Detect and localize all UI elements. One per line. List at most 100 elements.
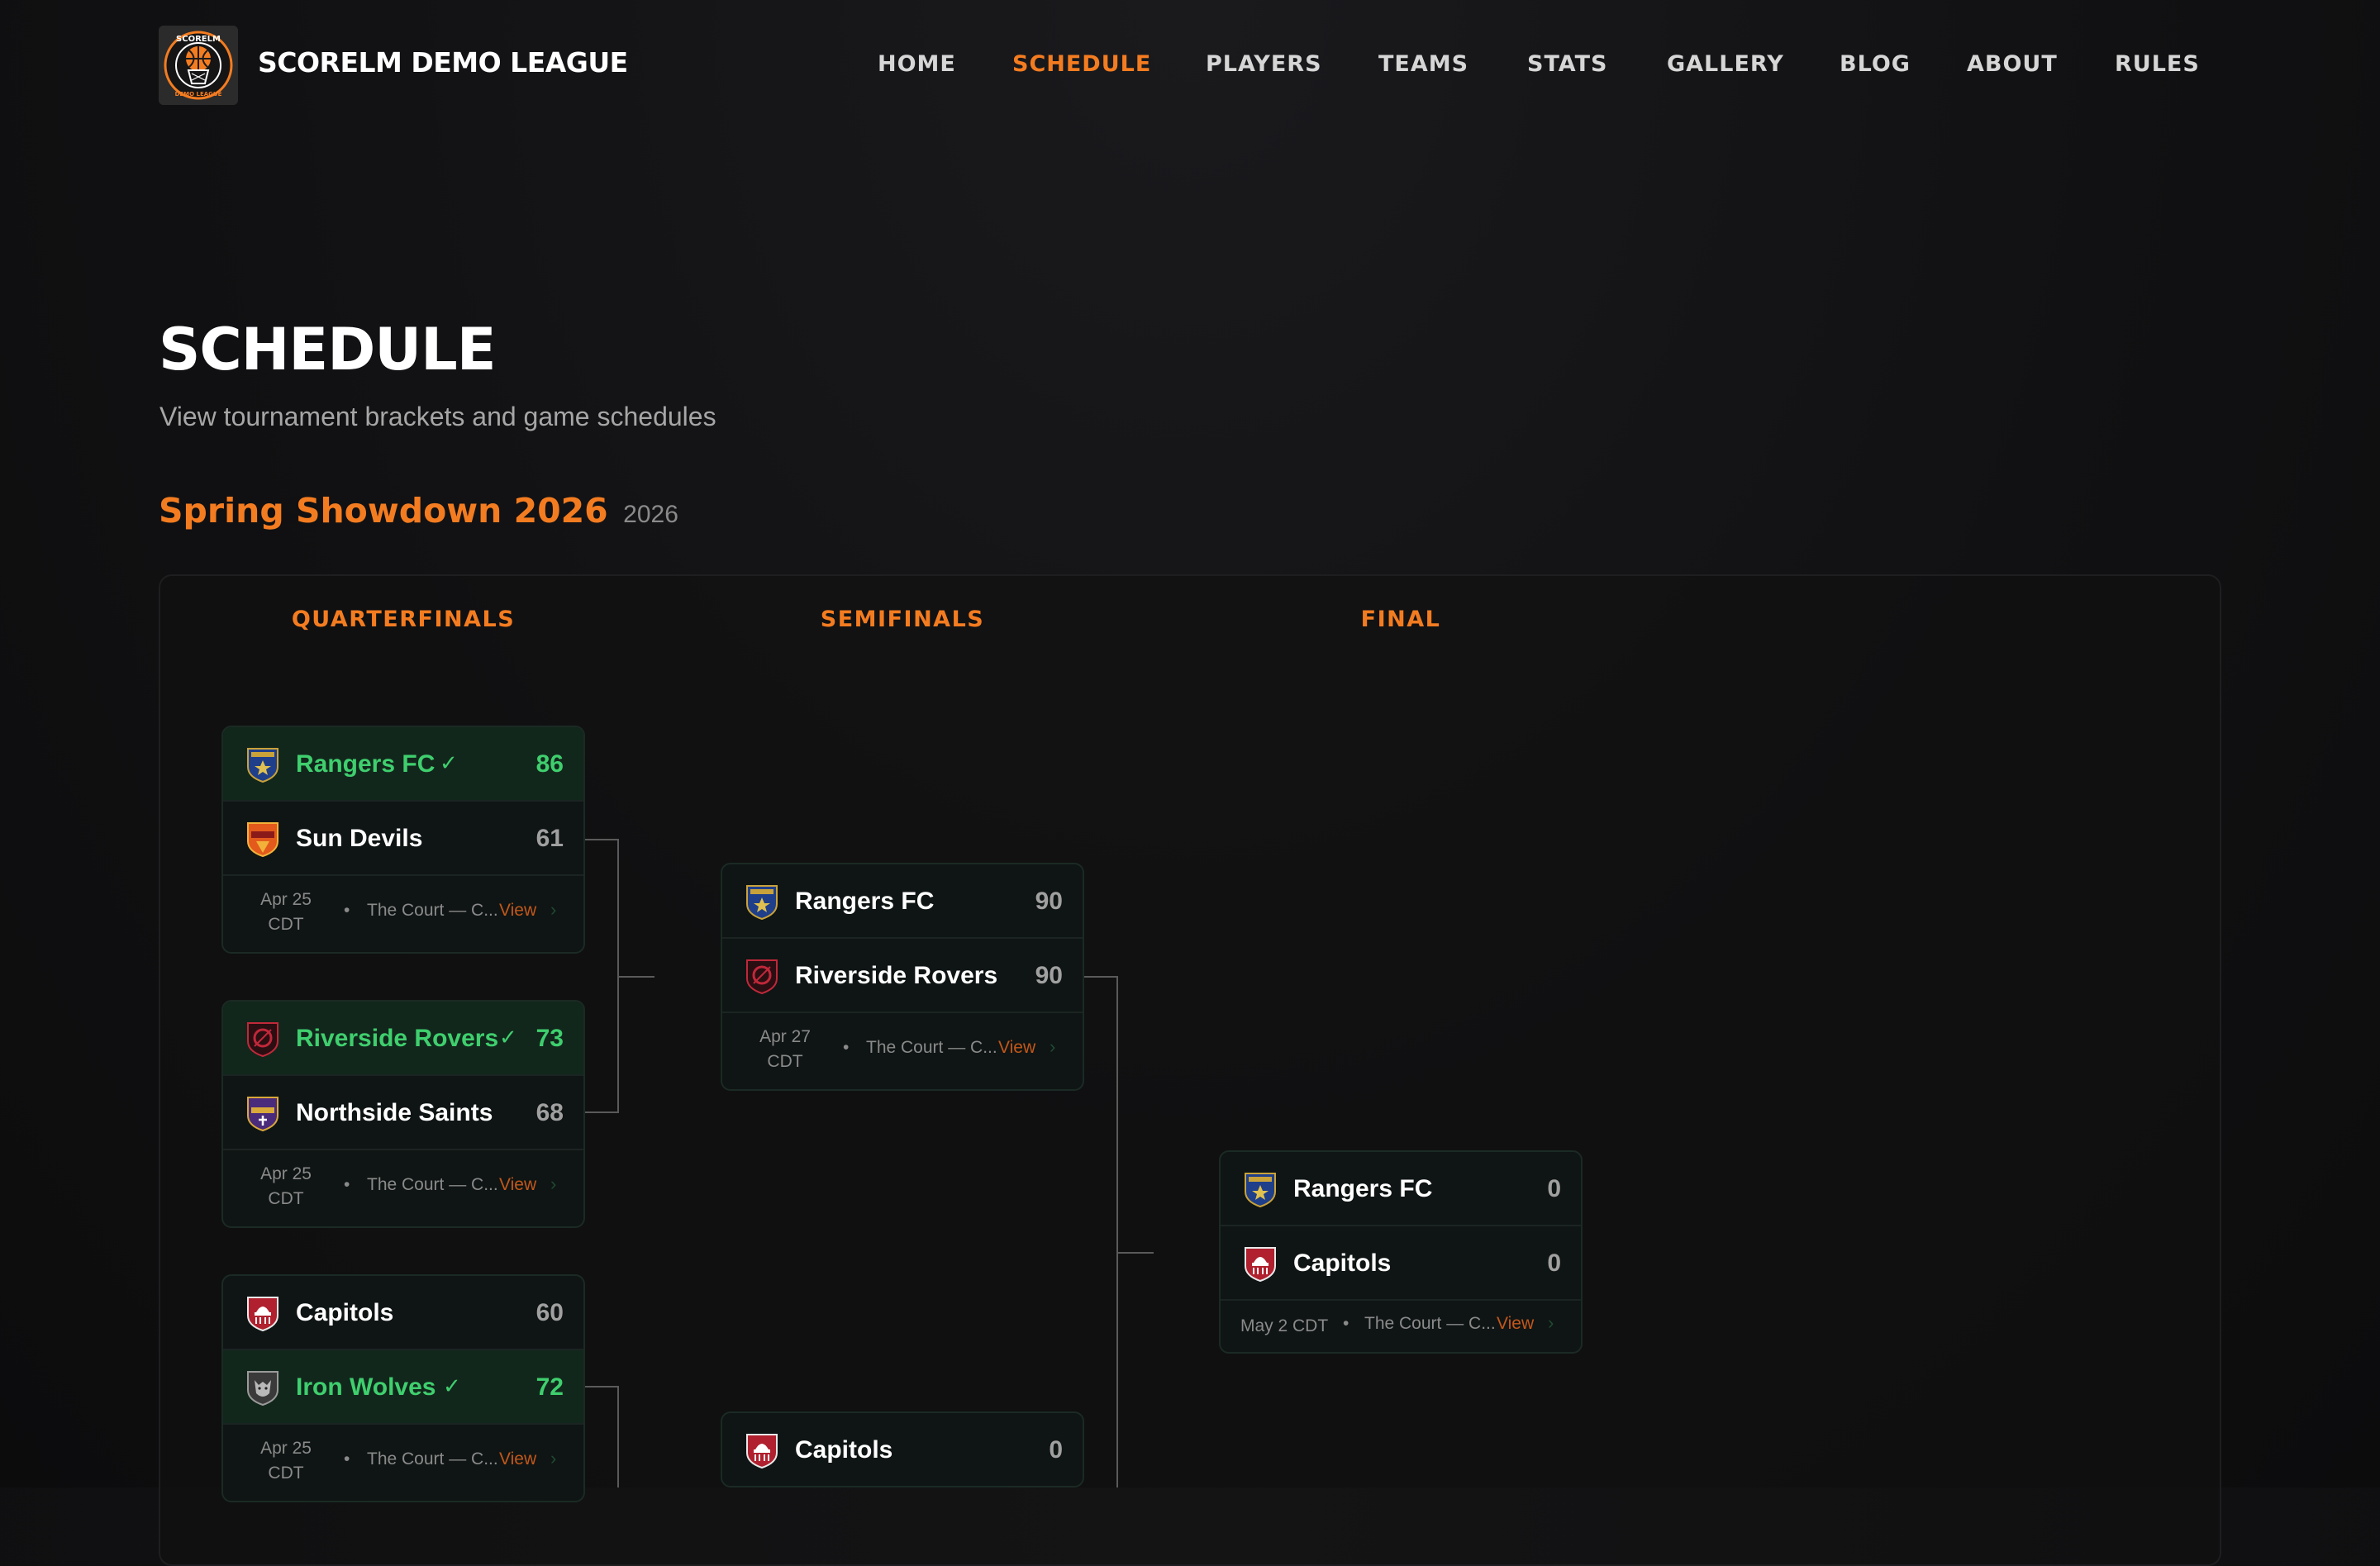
view-match-link[interactable]: View — [499, 1449, 536, 1469]
rangers-crest-icon — [746, 885, 778, 921]
page-subtitle: View tournament brackets and game schedu… — [159, 402, 716, 431]
nav-rules[interactable]: RULES — [2115, 51, 2200, 77]
team-name: Capitols — [296, 1299, 394, 1326]
separator-dot: • — [344, 901, 350, 920]
chevron-right-icon: › — [550, 1448, 557, 1468]
nav-about[interactable]: ABOUT — [1967, 51, 2058, 77]
match-meta: Apr 25 CDT • The Court — C... View › — [223, 1150, 583, 1226]
nav-blog[interactable]: BLOG — [1840, 51, 1911, 77]
svg-text:DEMO LEAGUE: DEMO LEAGUE — [175, 91, 222, 98]
team-score: 60 — [536, 1299, 564, 1326]
main-nav: HOME SCHEDULE PLAYERS TEAMS STATS GALLER… — [0, 51, 2380, 84]
team-row[interactable]: Capitols 0 — [1221, 1226, 1581, 1301]
match-card-sf1[interactable]: Rangers FC 90 Riverside Rovers 90 Apr 27… — [721, 863, 1084, 1091]
view-match-link[interactable]: View — [499, 901, 536, 921]
chevron-right-icon: › — [550, 1173, 557, 1194]
match-card-final[interactable]: Rangers FC 0 Capitols 0 May 2 CDT • The … — [1219, 1150, 1583, 1354]
separator-dot: • — [843, 1038, 850, 1057]
team-name: Rangers FC — [296, 750, 436, 778]
team-name: Riverside Rovers — [795, 962, 998, 989]
rovers-crest-icon — [746, 959, 778, 995]
team-row[interactable]: Rangers FC 90 — [722, 864, 1083, 939]
team-score: 68 — [536, 1099, 564, 1126]
match-card-sf2[interactable]: Capitols 0 — [721, 1411, 1084, 1487]
wolves-crest-icon — [247, 1371, 278, 1407]
tournament-year: 2026 — [623, 501, 678, 528]
team-name: Rangers FC — [795, 888, 935, 915]
match-date: May 2 CDT — [1240, 1316, 1329, 1335]
separator-dot: • — [1343, 1314, 1349, 1333]
team-score: 90 — [1035, 962, 1063, 989]
team-name: Northside Saints — [296, 1099, 493, 1126]
match-meta: Apr 27 CDT • The Court — C... View › — [722, 1013, 1083, 1089]
tournament-heading: Spring Showdown 2026 2026 — [159, 491, 678, 531]
team-name: Rangers FC — [1293, 1175, 1433, 1202]
team-score: 0 — [1547, 1175, 1561, 1202]
round-label-semifinals: SEMIFINALS — [820, 607, 985, 632]
tournament-name: Spring Showdown 2026 — [159, 491, 608, 531]
chevron-right-icon: › — [550, 899, 557, 920]
team-score: 72 — [536, 1373, 564, 1401]
team-row[interactable]: Sun Devils 61 — [223, 802, 583, 876]
winner-check-icon: ✓ — [443, 1373, 461, 1398]
separator-dot: • — [344, 1175, 350, 1194]
team-score: 90 — [1035, 888, 1063, 915]
team-score: 0 — [1049, 1436, 1063, 1464]
team-name: Riverside Rovers — [296, 1025, 499, 1052]
match-venue: The Court — C... — [1364, 1314, 1496, 1333]
nav-gallery[interactable]: GALLERY — [1667, 51, 1784, 77]
match-date: Apr 25 CDT — [260, 1164, 312, 1208]
team-row[interactable]: Riverside Rovers 90 — [722, 939, 1083, 1013]
capitols-crest-icon — [746, 1434, 778, 1469]
view-match-link[interactable]: View — [1497, 1314, 1534, 1334]
chevron-right-icon: › — [1548, 1312, 1554, 1333]
capitols-crest-icon — [247, 1297, 278, 1332]
view-match-link[interactable]: View — [998, 1038, 1035, 1058]
match-venue: The Court — C... — [367, 1449, 498, 1468]
svg-text:SCORELM: SCORELM — [176, 35, 221, 44]
view-match-link[interactable]: View — [499, 1175, 536, 1195]
team-row-winner[interactable]: Riverside Rovers ✓ 73 — [223, 1002, 583, 1076]
nav-home[interactable]: HOME — [878, 51, 956, 77]
rangers-crest-icon — [1245, 1173, 1276, 1208]
match-date: Apr 27 CDT — [759, 1027, 811, 1071]
winner-check-icon: ✓ — [499, 1025, 517, 1050]
team-name: Iron Wolves — [296, 1373, 436, 1401]
nav-teams[interactable]: TEAMS — [1378, 51, 1468, 77]
match-card-qf2[interactable]: Riverside Rovers ✓ 73 Northside Saints 6… — [221, 1000, 585, 1228]
nav-players[interactable]: PLAYERS — [1206, 51, 1322, 77]
team-score: 0 — [1547, 1249, 1561, 1277]
team-row[interactable]: Capitols 0 — [722, 1413, 1083, 1486]
winner-check-icon: ✓ — [440, 750, 458, 775]
team-row[interactable]: Rangers FC 0 — [1221, 1152, 1581, 1226]
match-card-qf1[interactable]: Rangers FC ✓ 86 Sun Devils 61 Apr 25 CDT … — [221, 726, 585, 954]
match-meta: Apr 25 CDT • The Court — C... View › — [223, 1425, 583, 1501]
nav-stats[interactable]: STATS — [1527, 51, 1607, 77]
nav-schedule[interactable]: SCHEDULE — [1012, 51, 1151, 77]
site-header: SCORELM DEMO LEAGUE SCORELM DEMO LEAGUE … — [0, 0, 2380, 132]
round-label-final: FINAL — [1360, 607, 1441, 632]
match-card-qf3[interactable]: Capitols 60 Iron Wolves ✓ 72 Apr 25 CDT •… — [221, 1274, 585, 1502]
team-name: Sun Devils — [296, 825, 423, 852]
capitols-crest-icon — [1245, 1247, 1276, 1283]
match-venue: The Court — C... — [367, 1175, 498, 1194]
sundevils-crest-icon — [247, 822, 278, 858]
team-name: Capitols — [795, 1436, 893, 1464]
match-meta: May 2 CDT • The Court — C... View › — [1221, 1301, 1581, 1352]
match-venue: The Court — C... — [367, 901, 498, 920]
team-row-winner[interactable]: Rangers FC ✓ 86 — [223, 727, 583, 802]
rovers-crest-icon — [247, 1022, 278, 1058]
saints-crest-icon — [247, 1097, 278, 1132]
match-date: Apr 25 CDT — [260, 890, 312, 934]
team-score: 73 — [536, 1025, 564, 1052]
rangers-crest-icon — [247, 748, 278, 783]
team-row-winner[interactable]: Iron Wolves ✓ 72 — [223, 1350, 583, 1425]
team-name: Capitols — [1293, 1249, 1392, 1277]
team-score: 61 — [536, 825, 564, 852]
team-score: 86 — [536, 750, 564, 778]
team-row[interactable]: Capitols 60 — [223, 1276, 583, 1350]
match-venue: The Court — C... — [866, 1038, 997, 1057]
team-row[interactable]: Northside Saints 68 — [223, 1076, 583, 1150]
round-label-quarterfinals: QUARTERFINALS — [291, 607, 516, 632]
match-meta: Apr 25 CDT • The Court — C... View › — [223, 876, 583, 952]
